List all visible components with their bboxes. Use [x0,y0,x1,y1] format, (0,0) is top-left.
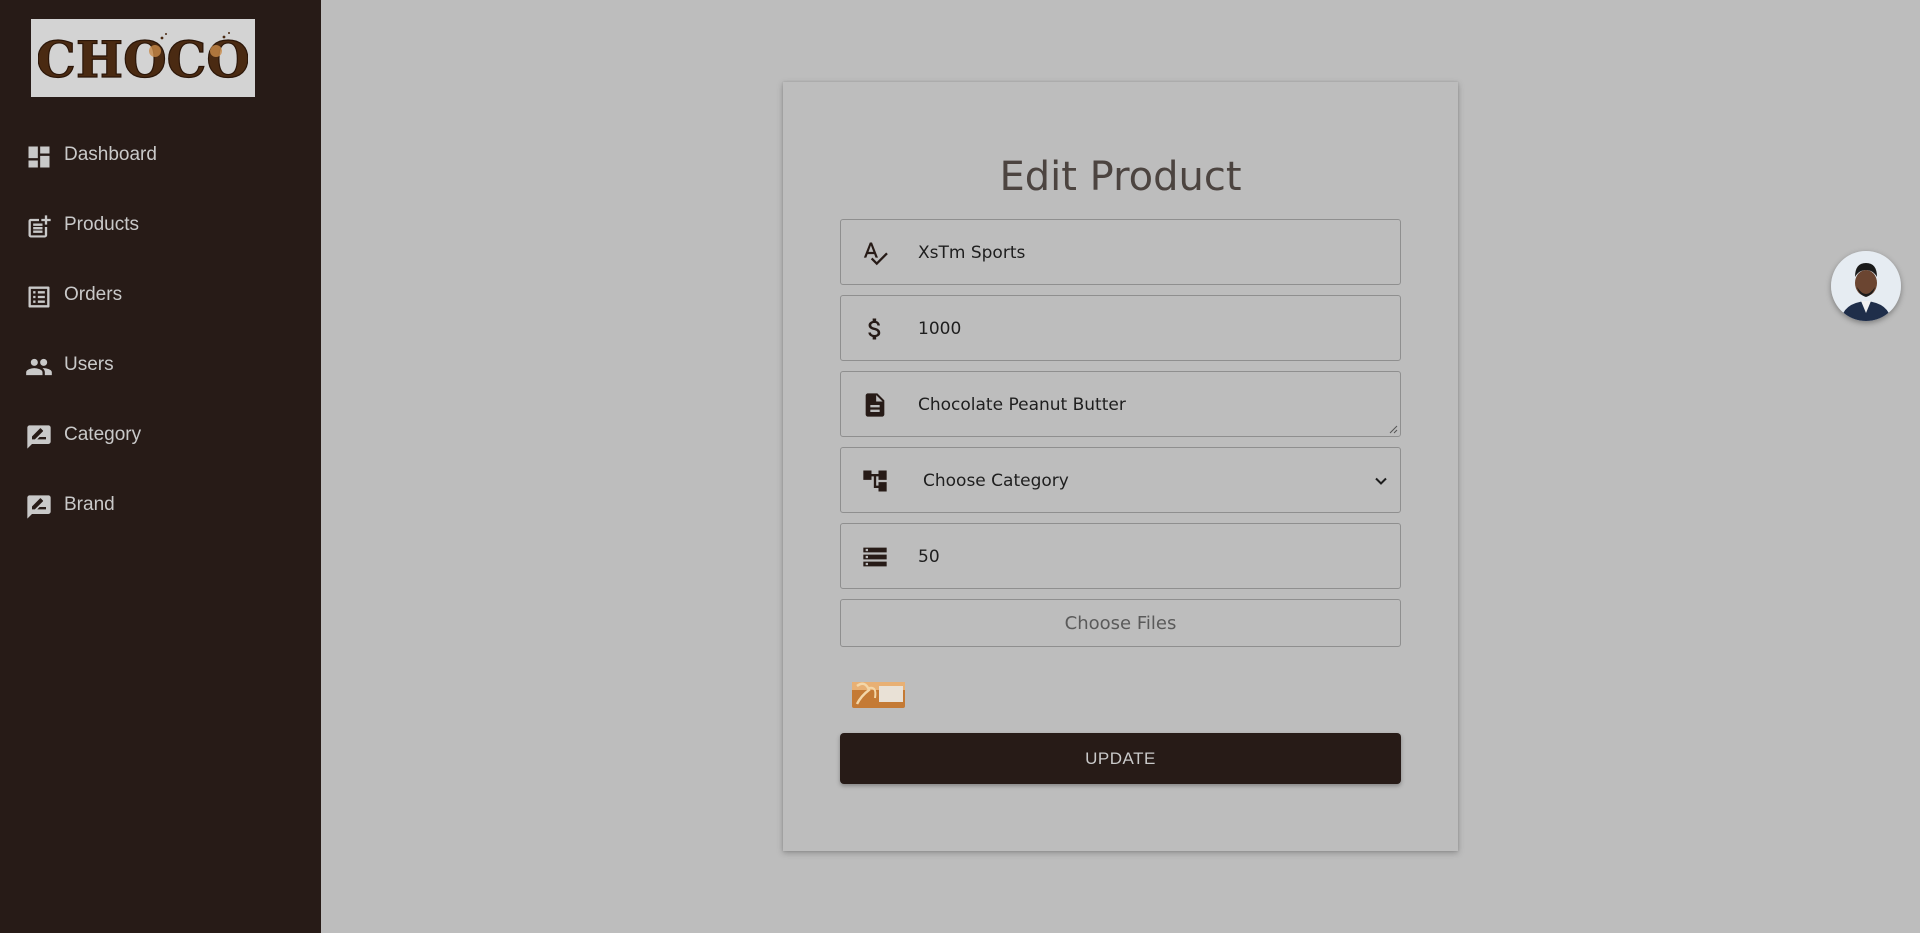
description-icon [865,393,885,417]
resize-handle-icon[interactable] [1388,424,1398,434]
rate-review-icon [27,425,51,449]
sidebar-item-users[interactable]: Users [0,341,321,391]
product-name-value: XsTm Sports [918,243,1026,263]
account-tree-icon [863,470,887,492]
category-select[interactable]: Choose Category [840,447,1401,513]
logo-image: CHOCO [38,29,248,89]
people-icon [26,358,52,376]
product-thumbnail [852,682,905,708]
product-price-value: 1000 [918,319,962,339]
choose-files-button[interactable]: Choose Files [840,599,1401,647]
product-price-field[interactable]: 1000 [840,295,1401,361]
sidebar: CHOCO Dashboard Products Orders Users Ca… [0,0,321,933]
dollar-icon [868,318,881,340]
sidebar-item-orders[interactable]: Orders [0,271,321,321]
product-description-textarea[interactable]: Chocolate Peanut Butter [840,371,1401,437]
page-title: Edit Product [999,154,1242,200]
sidebar-item-label: Orders [64,284,123,305]
list-alt-icon [28,286,50,308]
stock-value: 50 [918,547,940,567]
update-button[interactable]: UPDATE [840,733,1401,784]
storage-icon [863,547,887,567]
chevron-down-icon [1375,477,1387,485]
sidebar-item-brand[interactable]: Brand [0,481,321,531]
spellcheck-icon [863,242,888,266]
product-name-field[interactable]: XsTm Sports [840,219,1401,285]
sidebar-item-label: Dashboard [64,144,157,165]
post-add-icon [28,215,51,238]
product-description-value: Chocolate Peanut Butter [918,395,1126,415]
sidebar-item-products[interactable]: Products [0,201,321,251]
stock-field[interactable]: 50 [840,523,1401,589]
sidebar-item-dashboard[interactable]: Dashboard [0,131,321,181]
user-avatar[interactable] [1831,251,1901,321]
svg-text:CHOCO: CHOCO [38,30,248,89]
choco-logo[interactable]: CHOCO [31,19,255,97]
sidebar-item-label: Category [64,424,142,445]
sidebar-item-label: Users [64,354,114,375]
dashboard-icon [28,146,50,168]
rate-review-icon [27,495,51,519]
category-selected-value: Choose Category [923,471,1069,491]
sidebar-item-category[interactable]: Category [0,411,321,461]
sidebar-item-label: Brand [64,494,115,515]
sidebar-item-label: Products [64,214,139,235]
avatar-icon [1831,251,1901,321]
